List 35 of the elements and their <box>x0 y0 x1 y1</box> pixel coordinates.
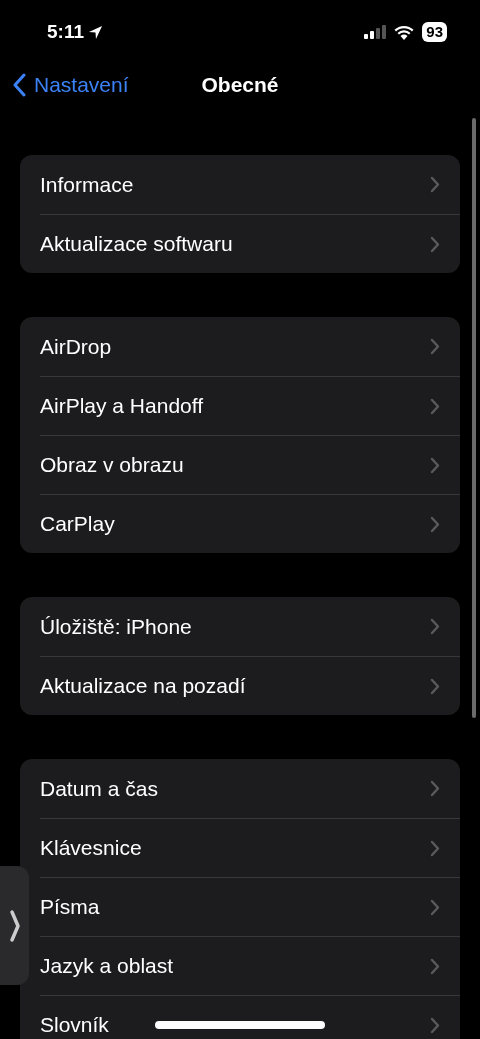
settings-row[interactable]: CarPlay <box>40 494 460 553</box>
page-title: Obecné <box>201 73 279 97</box>
location-arrow-icon <box>88 24 103 40</box>
battery-indicator: 93 <box>422 22 447 42</box>
chevron-right-icon <box>430 515 440 533</box>
chevron-right-icon <box>430 397 440 415</box>
chevron-right-icon <box>430 235 440 253</box>
chevron-right-icon <box>430 898 440 916</box>
wifi-icon <box>394 24 415 40</box>
settings-row[interactable]: Jazyk a oblast <box>40 936 460 995</box>
settings-row[interactable]: Klávesnice <box>40 818 460 877</box>
settings-row[interactable]: Úložiště: iPhone <box>40 597 460 656</box>
settings-row[interactable]: Obraz v obrazu <box>40 435 460 494</box>
status-time: 5:11 <box>47 21 84 43</box>
settings-row[interactable]: Aktualizace softwaru <box>40 214 460 273</box>
chevron-right-icon <box>430 176 440 193</box>
chevron-right-icon <box>430 957 440 975</box>
chevron-right-icon <box>430 1016 440 1034</box>
back-chevron-icon <box>12 73 26 97</box>
settings-row[interactable]: Aktualizace na pozadí <box>40 656 460 715</box>
chevron-right-icon <box>430 780 440 797</box>
settings-row[interactable]: AirDrop <box>40 317 460 376</box>
chevron-right-icon <box>430 338 440 355</box>
settings-row[interactable]: Informace <box>40 155 460 214</box>
settings-row[interactable]: Datum a čas <box>40 759 460 818</box>
chevron-right-icon <box>430 456 440 474</box>
chevron-right-icon <box>430 839 440 857</box>
chevron-right-icon <box>430 677 440 695</box>
back-button[interactable]: Nastavení <box>0 73 129 97</box>
settings-row[interactable]: Písma <box>40 877 460 936</box>
chevron-right-icon <box>8 908 21 943</box>
side-handle[interactable] <box>0 866 29 985</box>
signal-icon <box>364 25 387 39</box>
chevron-right-icon <box>430 618 440 635</box>
settings-row[interactable]: AirPlay a Handoff <box>40 376 460 435</box>
